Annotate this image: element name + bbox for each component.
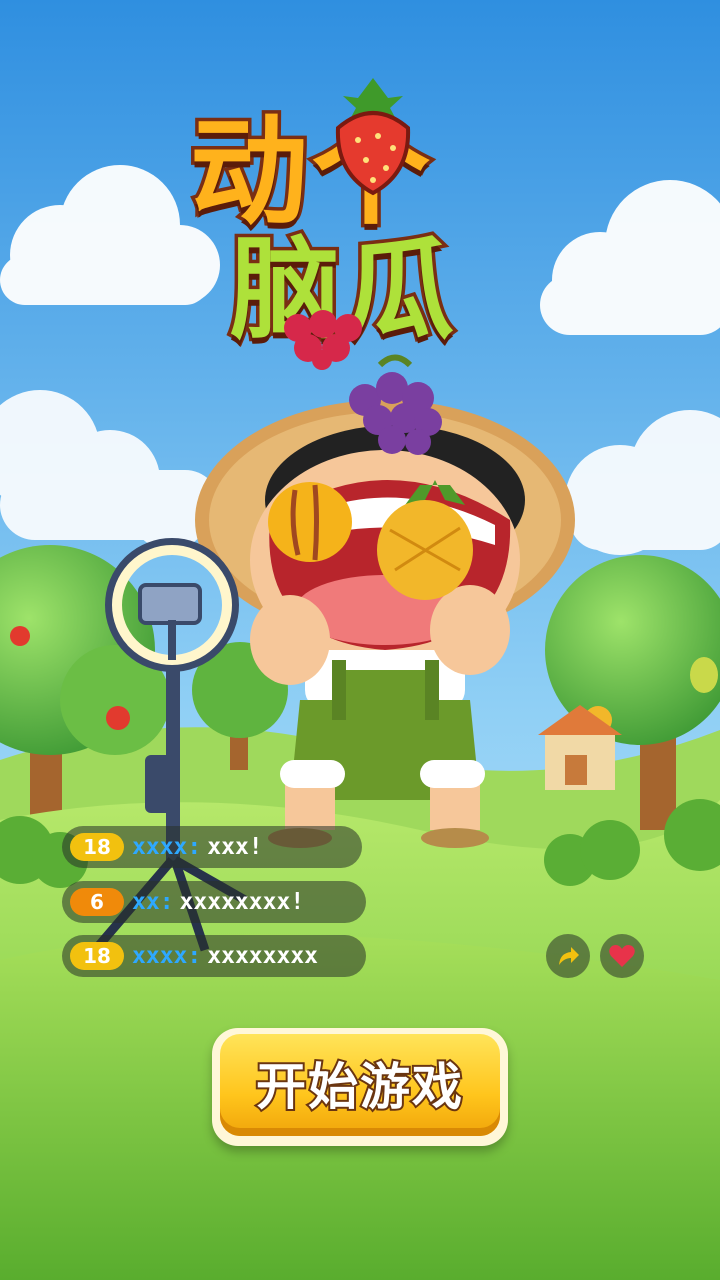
game-title-logo: 动个 脑瓜: [160, 40, 560, 370]
start-game-button[interactable]: 开始游戏: [212, 1028, 508, 1146]
chat-username: xxxx:: [132, 943, 202, 969]
chat-text: xxxxxxxx!: [179, 889, 305, 915]
chat-username: xx:: [132, 889, 174, 915]
chat-level-badge: 18: [70, 942, 124, 970]
share-arrow-icon: [559, 947, 579, 965]
chat-message-row: 18 xxxx: xxx!: [62, 826, 362, 868]
strawberry-icon: [335, 78, 411, 196]
chat-text: xxxxxxxx: [207, 943, 319, 969]
chat-message-row: 18 xxxx: xxxxxxxx: [62, 935, 366, 977]
chat-level-badge: 6: [70, 888, 124, 916]
start-game-button-face[interactable]: 开始游戏: [220, 1034, 500, 1136]
melon-fruit: [268, 482, 352, 562]
heart-icon: [609, 945, 635, 967]
raspberry-icon: [284, 310, 362, 370]
chat-message-row: 6 xx: xxxxxxxx!: [62, 881, 366, 923]
start-game-label: 开始游戏: [254, 1056, 464, 1118]
share-button[interactable]: [546, 934, 590, 978]
chat-text: xxx!: [207, 834, 263, 860]
chat-username: xxxx:: [132, 834, 202, 860]
like-button[interactable]: [600, 934, 644, 978]
chat-level-badge: 18: [70, 833, 124, 861]
